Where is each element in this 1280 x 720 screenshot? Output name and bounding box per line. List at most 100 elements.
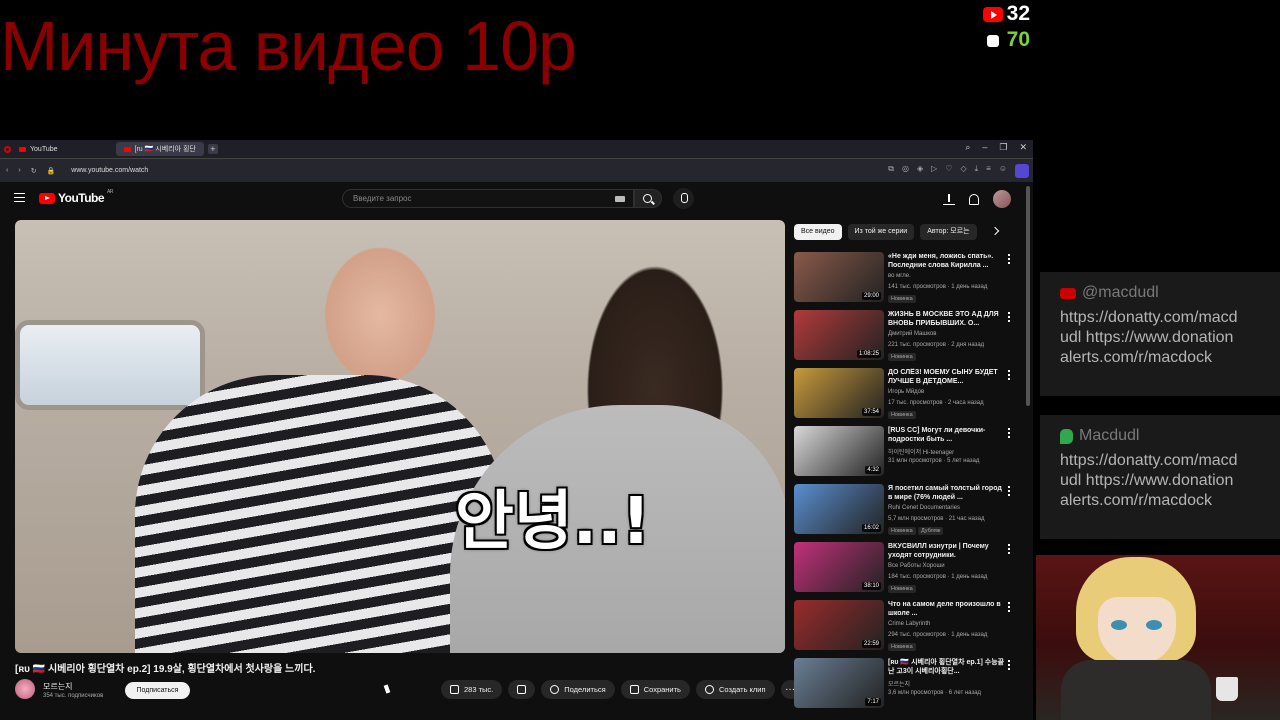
youtube-donate-header: @macdudl <box>1060 284 1270 302</box>
recommendation-title[interactable]: ДО СЛЁЗ! МОЕМУ СЫНУ БУДЕТ ЛУЧШЕ В ДЕТДОМ… <box>888 368 1006 386</box>
share-button[interactable]: Поделиться <box>541 680 615 699</box>
tab-youtube[interactable]: YouTube <box>11 142 66 156</box>
chip-author[interactable]: Автор: 모르는 <box>920 224 977 240</box>
video-title: [ʀᴜ 🇷🇺 시베리아 횡단열차 ep.2] 19.9살, 횡단열차에서 첫사랑… <box>15 664 316 675</box>
more-vert-icon[interactable] <box>1008 486 1010 496</box>
recommendation-item[interactable]: 4:32 [RUS CC] Могут ли девочки-подростки … <box>794 426 1016 484</box>
save-label: Сохранить <box>643 685 681 694</box>
recommendation-title[interactable]: Что на самом деле произошло в школе ... <box>888 600 1006 618</box>
recommendation-channel: Все Работы Хороши <box>888 563 945 569</box>
filter-chips: Все видео Из той же серии Автор: 모르는 <box>794 224 977 240</box>
camera-icon[interactable]: ◎ <box>902 164 909 178</box>
recommendation-item[interactable]: 22:59 Что на самом деле произошло в школе… <box>794 600 1016 658</box>
avatar-body <box>1061 660 1211 720</box>
recommendation-thumbnail[interactable]: 37:54 <box>794 368 884 418</box>
recommendation-title[interactable]: ВКУСВИЛЛ изнутри | Почему уходят сотрудн… <box>888 542 1006 560</box>
url-field[interactable]: www.youtube.com/watch <box>71 167 148 174</box>
new-tab-button[interactable]: + <box>207 144 218 154</box>
recommendation-thumbnail[interactable]: 7:17 <box>794 658 884 708</box>
recommendation-thumbnail[interactable]: 1:08:25 <box>794 310 884 360</box>
close-icon[interactable]: ✕ <box>1019 142 1027 153</box>
search-input[interactable]: Введите запрос <box>342 189 634 208</box>
recommendation-thumbnail[interactable]: 29:00 <box>794 252 884 302</box>
recommendation-channel: во мгле. <box>888 273 911 279</box>
more-vert-icon[interactable] <box>1008 602 1010 612</box>
recommendation-channel: 하이틴에이저 Hi-teenager <box>888 450 955 456</box>
donation-counter-value: 70 <box>1006 28 1030 51</box>
search-placeholder: Введите запрос <box>353 194 412 203</box>
user-avatar[interactable] <box>993 190 1011 208</box>
new-badge: Новинка <box>888 527 916 535</box>
notifications-bell-icon[interactable] <box>969 193 979 205</box>
recommendation-channel: Ruhi Cenet Documentaries <box>888 505 961 511</box>
more-vert-icon[interactable] <box>1008 370 1010 380</box>
recommendation-thumbnail[interactable]: 16:02 <box>794 484 884 534</box>
train-window <box>15 320 205 410</box>
video-subtitle: 안녕..! <box>455 485 651 559</box>
channel-name[interactable]: 모르는지 <box>43 681 72 692</box>
heart-icon[interactable]: ♡ <box>945 164 952 178</box>
minimize-icon[interactable]: – <box>982 142 987 153</box>
recommendation-item[interactable]: 29:00 «Не жди меня, ложись спать». Послед… <box>794 252 1016 310</box>
recommendation-meta: 3,6 млн просмотров · 6 лет назад <box>888 690 982 696</box>
share-page-icon[interactable]: ⧉ <box>888 164 894 178</box>
youtube-logo[interactable]: YouTube AR <box>39 189 113 205</box>
save-button[interactable]: Сохранить <box>620 680 690 699</box>
clip-button[interactable]: Создать клип <box>695 680 775 699</box>
channel-avatar[interactable] <box>15 679 35 699</box>
menu-icon[interactable]: ≡ <box>986 164 991 178</box>
chip-all[interactable]: Все видео <box>794 224 842 240</box>
recommendation-item[interactable]: 16:02 Я посетил самый толстый город в мир… <box>794 484 1016 542</box>
download-icon[interactable]: ⤓ <box>975 164 979 178</box>
search-tabs-icon[interactable]: ⌕ <box>965 142 970 153</box>
recommendation-item[interactable]: 38:10 ВКУСВИЛЛ изнутри | Почему уходят со… <box>794 542 1016 600</box>
more-vert-icon[interactable] <box>1008 428 1010 438</box>
restore-icon[interactable]: ❐ <box>999 142 1007 153</box>
tab-video[interactable]: [ru 🇷🇺 시베리아 횡단 <box>115 142 204 156</box>
coffee-cup-icon <box>1216 677 1238 701</box>
search-button[interactable] <box>634 189 662 208</box>
upload-icon[interactable] <box>943 193 955 205</box>
more-vert-icon[interactable] <box>1008 544 1010 554</box>
reload-icon[interactable]: ↻ <box>31 167 37 175</box>
recommendation-thumbnail[interactable]: 38:10 <box>794 542 884 592</box>
recommendation-thumbnail[interactable]: 22:59 <box>794 600 884 650</box>
profile-icon[interactable]: ☺ <box>999 164 1007 178</box>
more-vert-icon[interactable] <box>1008 660 1010 670</box>
video-actions: 283 тыс. Поделиться Сохранить Создать кл… <box>441 680 800 699</box>
keyboard-icon[interactable] <box>615 196 625 202</box>
recommendation-thumbnail[interactable]: 4:32 <box>794 426 884 476</box>
video-duration: 37:54 <box>861 408 881 416</box>
video-player[interactable]: 안녕..! <box>15 220 785 653</box>
recommendation-title[interactable]: Я посетил самый толстый город в мире (76… <box>888 484 1006 502</box>
scrollbar[interactable] <box>1026 186 1030 406</box>
dislike-button[interactable] <box>508 680 536 699</box>
like-button[interactable]: 283 тыс. <box>441 680 503 699</box>
extension-icon[interactable] <box>1015 164 1029 178</box>
recommendation-title[interactable]: ЖИЗНЬ В МОСКВЕ ЭТО АД ДЛЯ ВНОВЬ ПРИБЫВШИ… <box>888 310 1006 328</box>
youtube-region: AR <box>107 189 113 195</box>
thumbs-up-icon <box>450 685 459 694</box>
cube-icon[interactable]: ◇ <box>960 164 966 178</box>
recommendation-title[interactable]: [ʀᴜ 🇷🇺 시베리아 횡단열차 ep.1] 수능끝난 고3이 시베리아횡단..… <box>888 658 1006 676</box>
recommendation-item[interactable]: 7:17 [ʀᴜ 🇷🇺 시베리아 횡단열차 ep.1] 수능끝난 고3이 시베리아… <box>794 658 1016 716</box>
forward-icon[interactable]: › <box>18 167 20 174</box>
shield-icon[interactable]: ◈ <box>917 164 923 178</box>
recommendation-title[interactable]: «Не жди меня, ложись спать». Последние с… <box>888 252 1006 270</box>
recommendation-title[interactable]: [RUS CC] Могут ли девочки-подростки быть… <box>888 426 1006 444</box>
voice-search-button[interactable] <box>673 188 694 209</box>
back-icon[interactable]: ‹ <box>6 167 8 174</box>
mouse-cursor-icon <box>383 684 391 694</box>
video-duration: 16:02 <box>861 524 881 532</box>
recommendation-item[interactable]: 37:54 ДО СЛЁЗ! МОЕМУ СЫНУ БУДЕТ ЛУЧШЕ В Д… <box>794 368 1016 426</box>
play-icon[interactable]: ▷ <box>931 164 937 178</box>
chip-series[interactable]: Из той же серии <box>847 224 915 240</box>
more-vert-icon[interactable] <box>1008 312 1010 322</box>
subscribe-button[interactable]: Подписаться <box>125 682 190 699</box>
recommendation-item[interactable]: 1:08:25 ЖИЗНЬ В МОСКВЕ ЭТО АД ДЛЯ ВНОВЬ П… <box>794 310 1016 368</box>
more-vert-icon[interactable] <box>1008 254 1010 264</box>
thumbs-down-icon <box>517 685 527 694</box>
hamburger-menu-icon[interactable] <box>14 193 25 202</box>
chevron-right-icon[interactable] <box>990 226 1000 236</box>
opera-logo-icon[interactable] <box>4 145 11 153</box>
